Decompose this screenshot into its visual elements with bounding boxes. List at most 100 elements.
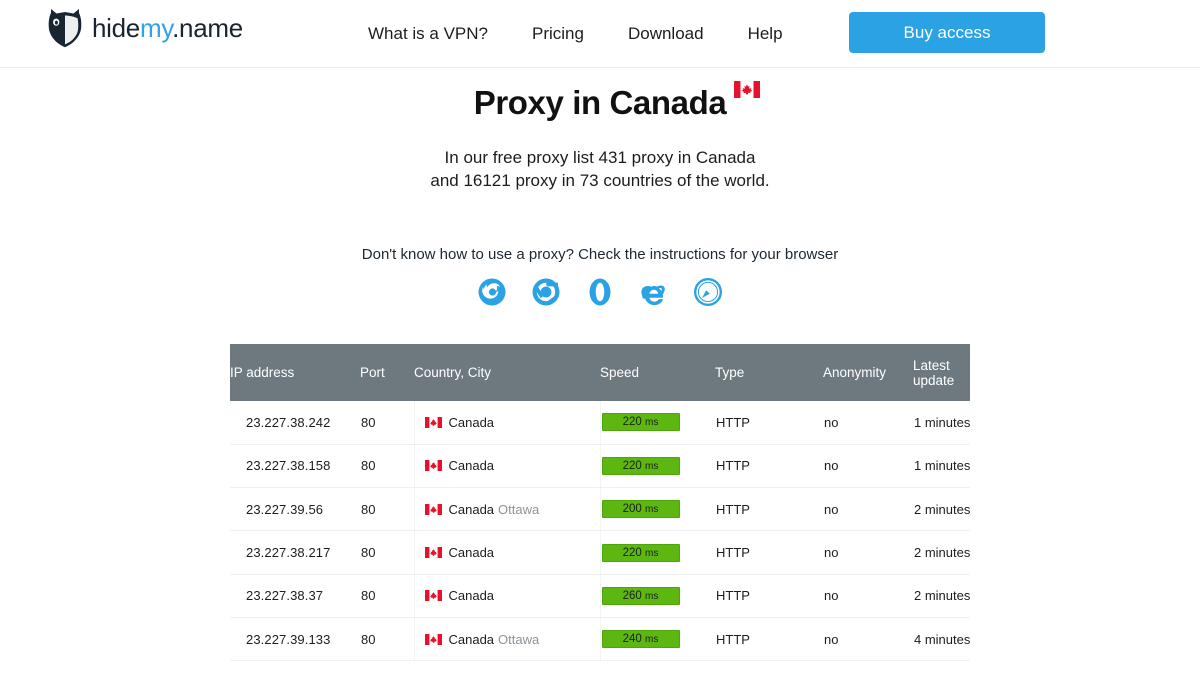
brand-text-my: my: [139, 12, 173, 43]
opera-icon[interactable]: [585, 277, 615, 307]
cell-anonymity: no: [823, 617, 913, 662]
brand-text-hide: hide: [92, 12, 140, 43]
cell-type: HTTP: [715, 487, 823, 532]
cell-anonymity: no: [823, 487, 913, 532]
table-row: 23.227.39.133 80 Canada Ottawa 240 ms HTTP no 4…: [230, 617, 970, 662]
canada-flag-icon: [424, 503, 442, 515]
table-body: 23.227.38.242 80 Canada 220 ms HTTP no 1 minut…: [230, 401, 970, 662]
cell-speed: 200 ms: [600, 487, 715, 532]
proxy-city: Ottawa: [498, 501, 540, 517]
cell-port: 80: [360, 574, 414, 618]
nav-item-pricing[interactable]: Pricing: [532, 24, 584, 44]
safari-icon[interactable]: [693, 277, 723, 307]
column-header-type[interactable]: Type: [715, 344, 823, 401]
speed-unit: ms: [645, 547, 659, 559]
table-header-row: IP address Port Country, City Speed Type…: [230, 344, 970, 401]
proxy-country: Canada: [448, 545, 495, 561]
column-header-ip-address[interactable]: IP address: [230, 344, 360, 401]
cell-port: 80: [360, 444, 414, 489]
cell-type: HTTP: [715, 444, 823, 489]
cell-latest-update: 2 minutes: [913, 487, 970, 532]
page-title: Proxy in Canada: [473, 68, 761, 122]
column-header-speed[interactable]: Speed: [600, 344, 715, 401]
cell-ip-address: 23.227.38.158: [230, 444, 360, 489]
table-row: 23.227.38.242 80 Canada 220 ms HTTP no 1 minut…: [230, 401, 970, 445]
chrome-icon[interactable]: [531, 277, 561, 307]
column-header-latest-update[interactable]: Latest update: [913, 344, 970, 401]
nav-item-what-is-a-vpn[interactable]: What is a VPN?: [368, 24, 488, 44]
cell-latest-update: 1 minutes: [913, 401, 970, 445]
speed-value: 220: [622, 546, 642, 559]
speed-value: 220: [622, 459, 642, 472]
brand-text-name: .name: [172, 12, 243, 43]
proxy-count-description: In our free proxy list 431 proxy in Cana…: [0, 146, 1200, 192]
cell-latest-update: 1 minutes: [913, 444, 970, 489]
speed-unit: ms: [645, 634, 659, 646]
cell-country-city: Canada: [413, 530, 601, 575]
proxy-list-table: IP address Port Country, City Speed Type…: [230, 344, 970, 662]
cell-speed: 220 ms: [600, 444, 715, 489]
cell-type: HTTP: [715, 530, 823, 575]
instructions-text: Don't know how to use a proxy? Check the…: [361, 246, 839, 263]
cell-ip-address: 23.227.38.242: [230, 401, 360, 445]
canada-flag-icon: [424, 589, 442, 602]
column-header-country-city[interactable]: Country, City: [414, 344, 600, 401]
cell-ip-address: 23.227.38.217: [230, 530, 360, 575]
lede-line-2: and 16121 proxy in 73 countries of the w…: [430, 171, 770, 190]
cell-speed: 240 ms: [600, 617, 715, 662]
cell-speed: 220 ms: [600, 401, 715, 445]
cell-speed: 220 ms: [600, 530, 715, 575]
cell-ip-address: 23.227.38.37: [230, 574, 360, 618]
speed-unit: ms: [645, 417, 659, 429]
cell-latest-update: 2 minutes: [913, 530, 970, 575]
hero-section: Proxy in Canada In our free proxy list 4…: [0, 68, 1200, 307]
cell-anonymity: no: [823, 530, 913, 575]
speed-bar: 220 ms: [601, 413, 680, 432]
speed-value: 240: [622, 633, 642, 646]
canada-flag-icon: [424, 633, 442, 645]
proxy-city: Ottawa: [498, 631, 540, 647]
lede-line-1: In our free proxy list 431 proxy in Cana…: [444, 148, 756, 167]
speed-bar: 220 ms: [601, 543, 680, 562]
page-title-text: Proxy in Canada: [473, 84, 727, 121]
table-head: IP address Port Country, City Speed Type…: [230, 344, 970, 401]
brand-logo[interactable]: hidemy.name: [48, 8, 243, 48]
canada-flag-icon: [424, 416, 442, 428]
speed-value: 220: [622, 416, 642, 429]
speed-unit: ms: [645, 460, 659, 472]
table-row: 23.227.38.158 80 Canada 220 ms HTTP no 1 minut…: [230, 444, 970, 489]
cell-port: 80: [360, 401, 414, 445]
cell-latest-update: 2 minutes: [913, 574, 970, 618]
speed-value: 260: [622, 589, 642, 602]
buy-access-button[interactable]: Buy access: [849, 12, 1045, 53]
proxy-country: Canada: [448, 501, 495, 517]
site-header: hidemy.name What is a VPN? Pricing Downl…: [0, 0, 1200, 68]
column-header-port[interactable]: Port: [360, 344, 414, 401]
speed-bar: 220 ms: [601, 456, 680, 475]
cell-ip-address: 23.227.39.133: [230, 617, 360, 662]
main-navigation: What is a VPN? Pricing Download Help: [368, 0, 783, 68]
nav-item-download[interactable]: Download: [628, 24, 704, 44]
cell-latest-update: 4 minutes: [913, 617, 970, 662]
speed-unit: ms: [645, 504, 659, 516]
firefox-icon[interactable]: [477, 277, 507, 307]
proxy-country: Canada: [448, 631, 495, 647]
proxy-country: Canada: [448, 414, 495, 430]
cell-country-city: Canada Ottawa: [413, 487, 601, 532]
speed-bar: 200 ms: [601, 500, 680, 519]
proxy-country: Canada: [448, 588, 495, 604]
cell-country-city: Canada Ottawa: [413, 617, 601, 662]
speed-unit: ms: [645, 590, 659, 602]
cell-type: HTTP: [715, 401, 823, 445]
cell-country-city: Canada: [413, 574, 601, 618]
nav-item-help[interactable]: Help: [748, 24, 783, 44]
table-row: 23.227.39.56 80 Canada Ottawa 200 ms HTTP no 2 …: [230, 487, 970, 532]
internet-explorer-icon[interactable]: [639, 277, 669, 307]
canada-flag-icon: [734, 68, 761, 98]
column-header-anonymity[interactable]: Anonymity: [823, 344, 913, 401]
cell-type: HTTP: [715, 617, 823, 662]
table-row: 23.227.38.37 80 Canada 260 ms HTTP no 2 minute…: [230, 574, 970, 618]
shield-logo-icon: [48, 8, 82, 48]
speed-bar: 260 ms: [601, 586, 680, 605]
cell-ip-address: 23.227.39.56: [230, 487, 360, 532]
